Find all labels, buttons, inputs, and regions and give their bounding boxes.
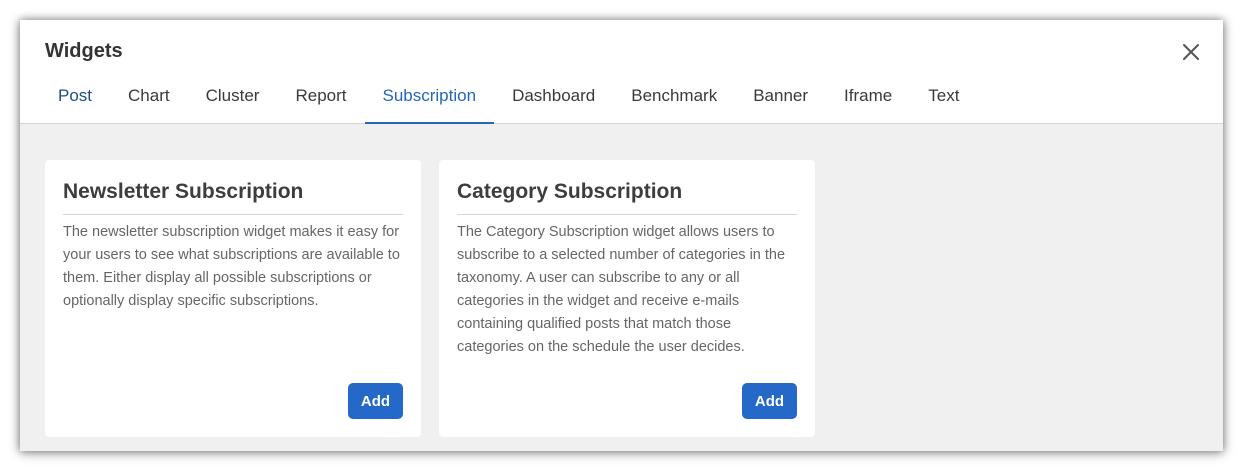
widget-card-newsletter-subscription: Newsletter Subscription The newsletter s… [45, 160, 421, 437]
add-newsletter-subscription-button[interactable]: Add [348, 383, 403, 419]
tab-post[interactable]: Post [40, 73, 110, 123]
tab-text[interactable]: Text [910, 73, 977, 123]
tab-report[interactable]: Report [277, 73, 364, 123]
modal-header: Widgets Post Chart Cluster Report Subscr… [20, 20, 1223, 124]
tab-cluster[interactable]: Cluster [188, 73, 278, 123]
tab-chart[interactable]: Chart [110, 73, 188, 123]
widget-card-category-subscription: Category Subscription The Category Subsc… [439, 160, 815, 437]
modal-title: Widgets [45, 40, 123, 62]
card-description: The Category Subscription widget allows … [457, 224, 786, 355]
tab-iframe[interactable]: Iframe [826, 73, 910, 123]
widget-card-list: Newsletter Subscription The newsletter s… [45, 160, 815, 437]
close-button[interactable] [1179, 40, 1203, 64]
widgets-modal: Widgets Post Chart Cluster Report Subscr… [20, 20, 1223, 451]
tab-dashboard[interactable]: Dashboard [494, 73, 613, 123]
tab-banner[interactable]: Banner [735, 73, 826, 123]
close-icon [1183, 44, 1199, 60]
tab-subscription[interactable]: Subscription [364, 73, 495, 124]
card-description: The newsletter subscription widget makes… [63, 224, 400, 309]
widget-tabs: Post Chart Cluster Report Subscription D… [40, 73, 977, 124]
card-title: Category Subscription [457, 178, 797, 215]
tab-benchmark[interactable]: Benchmark [613, 73, 735, 123]
card-title: Newsletter Subscription [63, 178, 403, 215]
add-category-subscription-button[interactable]: Add [742, 383, 797, 419]
